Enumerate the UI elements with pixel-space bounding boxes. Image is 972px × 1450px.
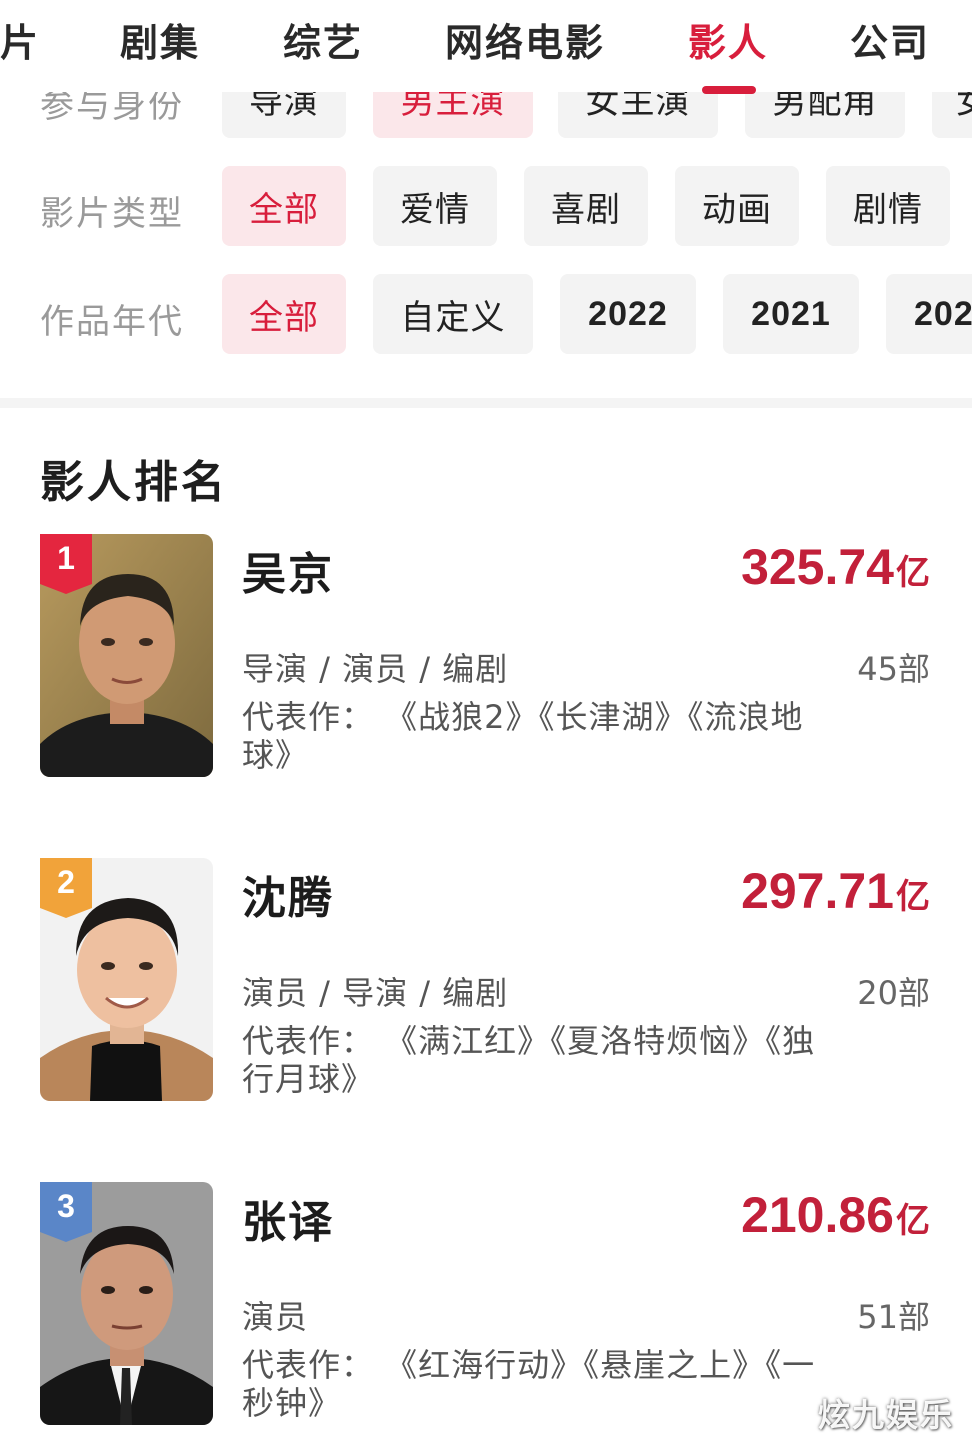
chip-genre-romance[interactable]: 爱情: [373, 166, 497, 246]
rank-badge: 2: [40, 858, 92, 918]
person-roles: 导演 / 演员 / 编剧: [242, 650, 509, 688]
chip-genre-comedy[interactable]: 喜剧: [524, 166, 648, 246]
chip-year-all[interactable]: 全部: [222, 274, 346, 354]
filter-panel: 参与身份 导演 男主演 女主演 男配角 女 影片类型 全部 爱情 喜剧 动画 剧…: [0, 60, 972, 400]
ranking-item-1[interactable]: 1 吴京 325.74亿 导演 / 演员 / 编剧 45部 代表作： 《战狼2》…: [0, 534, 972, 794]
box-office-total: 297.71亿: [741, 863, 930, 919]
representative-works: 代表作： 《红海行动》《悬崖之上》《一秒钟》: [242, 1346, 816, 1422]
tab-companies[interactable]: 公司: [850, 12, 930, 67]
person-roles: 演员 / 导演 / 编剧: [242, 974, 509, 1012]
chip-genre-drama[interactable]: 剧情: [826, 166, 950, 246]
person-name[interactable]: 吴京: [242, 538, 334, 602]
top-tab-bar: 片 剧集 综艺 网络电影 影人 公司: [0, 0, 972, 94]
tab-films[interactable]: 片: [0, 12, 40, 67]
rank-badge: 3: [40, 1182, 92, 1242]
film-count: 20部: [857, 974, 930, 1012]
rank-badge: 1: [40, 534, 92, 594]
tab-variety[interactable]: 综艺: [283, 12, 363, 67]
filter-label-year: 作品年代: [40, 302, 184, 342]
chip-year-2022[interactable]: 2022: [560, 274, 696, 354]
chip-year-2020[interactable]: 202: [886, 274, 972, 354]
tab-people[interactable]: 影人: [688, 12, 768, 67]
person-roles: 演员: [242, 1298, 309, 1336]
chip-year-custom[interactable]: 自定义: [373, 274, 533, 354]
person-name[interactable]: 沈腾: [242, 862, 334, 926]
chip-genre-animation[interactable]: 动画: [675, 166, 799, 246]
watermark: 炫九娱乐: [817, 1396, 954, 1434]
tab-series[interactable]: 剧集: [120, 12, 200, 67]
active-tab-indicator: [702, 86, 756, 94]
filter-label-genre: 影片类型: [40, 194, 184, 234]
box-office-total: 325.74亿: [741, 539, 930, 595]
representative-works: 代表作： 《战狼2》《长津湖》《流浪地球》: [242, 698, 804, 774]
section-divider: [0, 398, 972, 408]
chip-year-2021[interactable]: 2021: [723, 274, 859, 354]
ranking-item-2[interactable]: 2 沈腾 297.71亿 演员 / 导演 / 编剧 20部 代表作： 《满江红》…: [0, 858, 972, 1118]
box-office-total: 210.86亿: [741, 1187, 930, 1243]
chip-genre-all[interactable]: 全部: [222, 166, 346, 246]
film-count: 51部: [857, 1298, 930, 1336]
ranking-title: 影人排名: [40, 457, 228, 508]
filter-row-year: 作品年代 全部 自定义 2022 2021 202: [0, 274, 972, 354]
person-name[interactable]: 张译: [242, 1186, 334, 1250]
representative-works: 代表作： 《满江红》《夏洛特烦恼》《独行月球》: [242, 1022, 816, 1098]
tab-web-movies[interactable]: 网络电影: [445, 12, 605, 67]
filter-row-genre: 影片类型 全部 爱情 喜剧 动画 剧情: [0, 166, 972, 246]
film-count: 45部: [857, 650, 930, 688]
